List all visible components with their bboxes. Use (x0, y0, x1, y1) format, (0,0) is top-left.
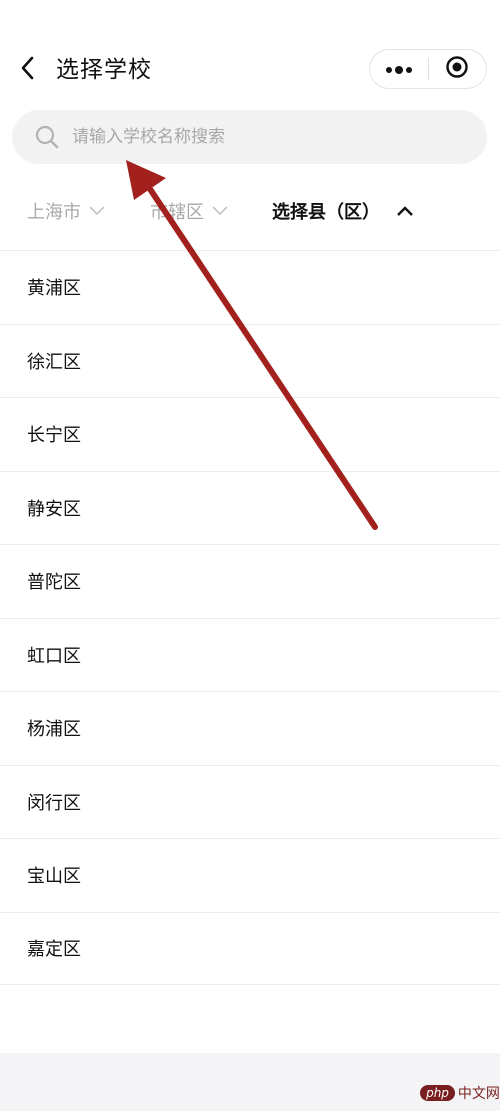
target-circle-icon (445, 55, 469, 83)
close-miniprogram-button[interactable] (429, 50, 487, 88)
chevron-down-icon (212, 206, 228, 216)
district-item[interactable]: 闵行区 (0, 764, 500, 839)
search-bar[interactable] (12, 110, 487, 164)
more-dots-icon (385, 60, 413, 79)
district-item[interactable]: 虹口区 (0, 617, 500, 692)
watermark: php 中文网 (420, 1080, 500, 1106)
filter-city-label: 上海市 (27, 202, 81, 223)
district-item[interactable]: 静安区 (0, 470, 500, 545)
district-item[interactable]: 杨浦区 (0, 691, 500, 765)
watermark-logo: php (420, 1085, 455, 1101)
chevron-left-icon (18, 54, 38, 86)
more-button[interactable] (370, 50, 428, 88)
filter-city[interactable]: 上海市 (27, 198, 105, 224)
back-button[interactable] (10, 52, 46, 88)
header: 选择学校 (0, 40, 500, 100)
chevron-down-icon (89, 206, 105, 216)
district-item[interactable]: 普陀区 (0, 544, 500, 618)
status-bar (0, 0, 500, 40)
district-list: 黄浦区 徐汇区 长宁区 静安区 普陀区 虹口区 杨浦区 闵行区 宝山区 嘉定区 (0, 250, 500, 985)
chevron-up-icon (396, 205, 414, 217)
search-icon (32, 122, 62, 152)
mini-program-capsule (369, 49, 487, 89)
district-item[interactable]: 黄浦区 (0, 250, 500, 324)
page-title: 选择学校 (56, 57, 152, 83)
filter-county[interactable]: 选择县（区） (272, 198, 414, 224)
district-item[interactable]: 宝山区 (0, 838, 500, 912)
filter-county-label: 选择县（区） (272, 202, 380, 223)
district-item[interactable]: 徐汇区 (0, 323, 500, 398)
district-item[interactable]: 长宁区 (0, 397, 500, 471)
filter-district-group[interactable]: 市辖区 (150, 198, 228, 224)
district-item[interactable]: 嘉定区 (0, 911, 500, 985)
filter-district-group-label: 市辖区 (150, 202, 204, 223)
region-filter-bar: 上海市 市辖区 选择县（区） (0, 180, 500, 250)
watermark-text: 中文网 (457, 1086, 500, 1102)
search-input[interactable] (70, 126, 454, 148)
